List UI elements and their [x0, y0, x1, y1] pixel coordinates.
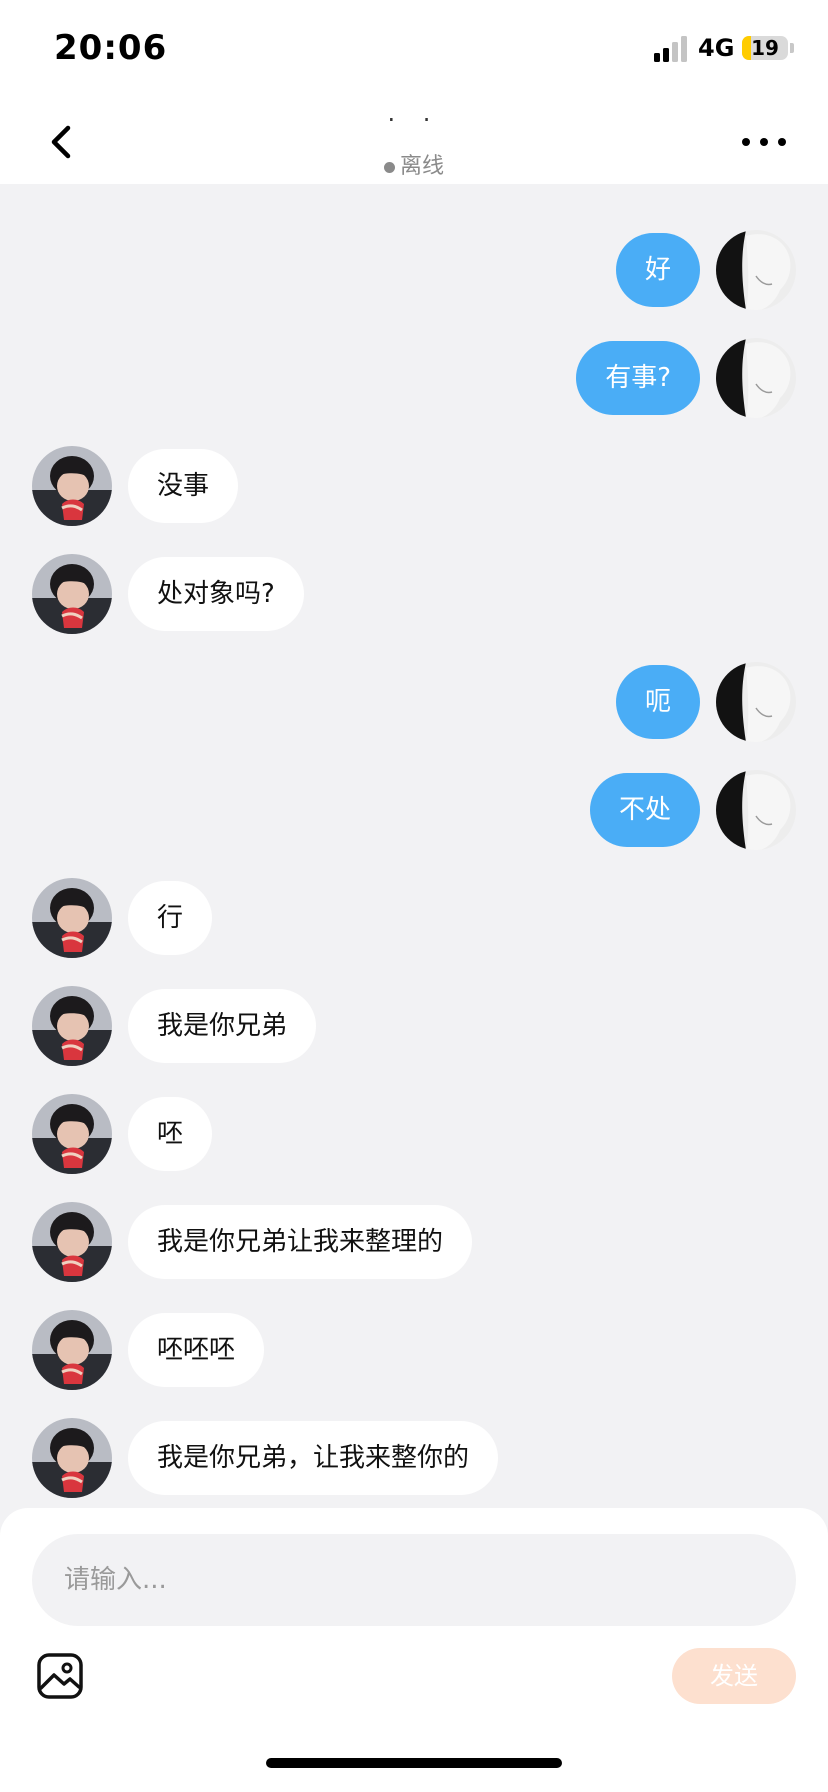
received-message-bubble[interactable]: 呸: [128, 1097, 213, 1171]
message-row: 好: [0, 230, 828, 310]
chat-title: · ·: [387, 106, 441, 134]
contact-avatar[interactable]: [32, 1202, 112, 1282]
message-row: 没事: [0, 446, 828, 526]
home-indicator: [266, 1758, 562, 1768]
received-message-bubble[interactable]: 我是你兄弟让我来整理的: [128, 1205, 473, 1279]
my-avatar[interactable]: [716, 338, 796, 418]
my-avatar[interactable]: [716, 230, 796, 310]
message-row: 有事?: [0, 338, 828, 418]
contact-avatar[interactable]: [32, 1418, 112, 1498]
message-row: 呸: [0, 1094, 828, 1174]
sent-message-bubble[interactable]: 有事?: [576, 341, 700, 415]
status-bar: 20:06 4G 19: [0, 0, 828, 100]
send-button[interactable]: 发送: [672, 1648, 796, 1704]
received-message-bubble[interactable]: 处对象吗?: [128, 557, 304, 631]
message-input[interactable]: [32, 1534, 796, 1626]
online-status-label: 离线: [399, 154, 444, 179]
received-message-bubble[interactable]: 行: [128, 881, 213, 955]
status-time: 20:06: [54, 28, 168, 68]
battery-percent: 19: [751, 36, 779, 60]
message-composer: 发送: [0, 1508, 828, 1792]
message-row: 不处: [0, 770, 828, 850]
sent-message-bubble[interactable]: 不处: [589, 773, 700, 847]
contact-avatar[interactable]: [32, 1094, 112, 1174]
contact-avatar[interactable]: [32, 1310, 112, 1390]
message-row: 我是你兄弟让我来整理的: [0, 1202, 828, 1282]
cellular-signal-icon: [654, 36, 687, 62]
contact-avatar[interactable]: [32, 554, 112, 634]
received-message-bubble[interactable]: 没事: [128, 449, 239, 523]
received-message-bubble[interactable]: 我是你兄弟，让我来整你的: [128, 1421, 499, 1495]
received-message-bubble[interactable]: 呸呸呸: [128, 1313, 265, 1387]
more-options-icon[interactable]: [736, 122, 792, 162]
status-dot-icon: [383, 161, 395, 173]
sent-message-bubble[interactable]: 呃: [615, 665, 700, 739]
contact-avatar[interactable]: [32, 446, 112, 526]
battery-tip: [790, 43, 794, 53]
my-avatar[interactable]: [716, 662, 796, 742]
received-message-bubble[interactable]: 我是你兄弟: [128, 989, 317, 1063]
battery-icon: 19: [742, 36, 788, 60]
message-row: 我是你兄弟: [0, 986, 828, 1066]
contact-avatar[interactable]: [32, 986, 112, 1066]
message-row: 呸呸呸: [0, 1310, 828, 1390]
sent-message-bubble[interactable]: 好: [615, 233, 700, 307]
message-row: 呃: [0, 662, 828, 742]
image-picker-icon[interactable]: [36, 1652, 84, 1700]
message-row: 行: [0, 878, 828, 958]
message-row: 我是你兄弟，让我来整你的: [0, 1418, 828, 1498]
chat-header: · · 离线: [0, 100, 828, 184]
online-status: 离线: [0, 148, 828, 180]
network-type: 4G: [698, 34, 735, 62]
my-avatar[interactable]: [716, 770, 796, 850]
contact-avatar[interactable]: [32, 878, 112, 958]
message-row: 处对象吗?: [0, 554, 828, 634]
